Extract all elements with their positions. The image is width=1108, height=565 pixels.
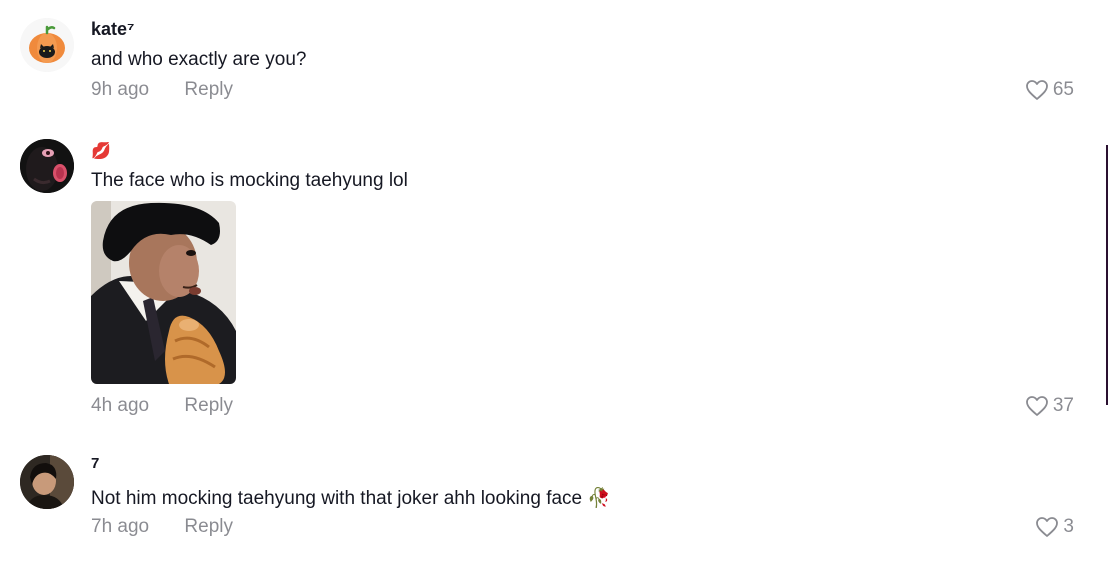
comment-text: The face who is mocking taehyung lol [91,170,408,191]
comment-meta: 9h ago Reply [91,79,233,101]
dark-face-avatar [20,139,74,193]
reply-button[interactable]: Reply [184,516,233,538]
like-button[interactable]: 37 [1025,395,1074,417]
like-button[interactable]: 3 [1035,516,1074,538]
comment-meta: 4h ago Reply [91,395,233,417]
person-photo-avatar [20,455,74,509]
heart-icon [1025,80,1048,100]
comment-username[interactable]: 7 [91,455,99,472]
pumpkin-cat-icon [20,18,74,72]
comment-text: and who exactly are you? [91,49,307,70]
comment-username[interactable]: kate⁷ [91,19,134,40]
like-count: 3 [1063,516,1074,537]
comment-timestamp: 9h ago [91,79,150,100]
person-in-suit-holding-bread-photo [91,201,236,384]
comment-timestamp: 7h ago [91,516,150,537]
comment-list: kate⁷ and who exactly are you? 9h ago Re… [0,0,1108,565]
reply-button[interactable]: Reply [184,395,233,417]
comment-image[interactable] [91,201,236,384]
comment-text: Not him mocking taehyung with that joker… [91,488,612,509]
like-count: 65 [1052,79,1074,100]
comment-meta: 7h ago Reply [91,516,233,538]
user-avatar[interactable] [20,18,74,72]
like-count: 37 [1052,395,1074,416]
heart-icon [1036,517,1059,537]
heart-icon [1025,396,1048,416]
user-avatar[interactable] [20,139,74,193]
comment-timestamp: 4h ago [91,395,150,416]
reply-button[interactable]: Reply [184,79,233,101]
user-avatar[interactable] [20,455,74,509]
like-button[interactable]: 65 [1025,79,1074,101]
comment-username[interactable]: 💋 [91,141,111,161]
